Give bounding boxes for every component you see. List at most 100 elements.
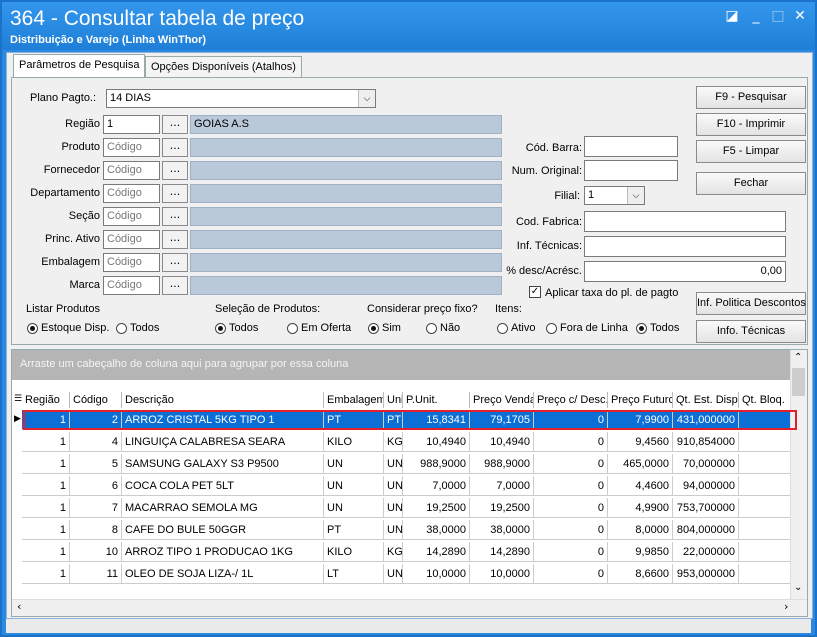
table-cell[interactable]: 19,2500 (403, 498, 470, 518)
preco-fixo-nao-radio[interactable] (426, 323, 437, 334)
inf-politica-descontos-button[interactable]: Inf. Politica Descontos (696, 292, 806, 315)
table-cell[interactable]: 38,0000 (403, 520, 470, 540)
table-cell[interactable] (739, 542, 791, 562)
princ-ativo-lookup-button[interactable]: ... (162, 230, 188, 249)
princ-ativo-input[interactable]: Código (103, 230, 160, 249)
scroll-right-icon[interactable]: › (784, 600, 788, 613)
table-cell[interactable]: 2 (70, 410, 122, 430)
table-cell[interactable]: PT (384, 410, 403, 430)
table-cell[interactable]: 910,854000 (673, 432, 739, 452)
table-cell[interactable]: 953,000000 (673, 564, 739, 584)
table-cell[interactable]: MACARRAO SEMOLA MG (122, 498, 324, 518)
table-cell[interactable]: 753,700000 (673, 498, 739, 518)
table-cell[interactable]: 0 (534, 542, 608, 562)
marca-input[interactable]: Código (103, 276, 160, 295)
secao-lookup-button[interactable]: ... (162, 207, 188, 226)
table-cell[interactable]: 11 (70, 564, 122, 584)
filial-select[interactable]: 1 ⌵ (584, 186, 645, 205)
table-cell[interactable]: 8,0000 (608, 520, 673, 540)
table-cell[interactable]: ARROZ CRISTAL 5KG TIPO 1 (122, 410, 324, 430)
embalagem-input[interactable]: Código (103, 253, 160, 272)
group-by-panel[interactable]: Arraste um cabeçalho de coluna aqui para… (12, 350, 790, 380)
table-cell[interactable]: PT (324, 520, 384, 540)
table-cell[interactable]: 7,9900 (608, 410, 673, 430)
horizontal-scrollbar[interactable]: ‹ › (12, 599, 807, 616)
table-cell[interactable]: UN (324, 454, 384, 474)
table-cell[interactable]: 988,9000 (403, 454, 470, 474)
table-cell[interactable] (739, 454, 791, 474)
listar-estoque-radio[interactable] (27, 323, 38, 334)
plano-pagto-select[interactable]: 14 DIAS ⌵ (106, 89, 376, 108)
column-header[interactable]: Código (70, 392, 122, 408)
produto-input[interactable]: Código (103, 138, 160, 157)
table-cell[interactable] (739, 476, 791, 496)
column-header[interactable]: Descrição (122, 392, 324, 408)
table-cell[interactable]: 4,9900 (608, 498, 673, 518)
scroll-down-icon[interactable]: ⌄ (794, 582, 802, 593)
departamento-input[interactable]: Código (103, 184, 160, 203)
table-cell[interactable]: 1 (22, 410, 70, 430)
table-cell[interactable]: UN (384, 476, 403, 496)
table-cell[interactable]: 4 (70, 432, 122, 452)
table-cell[interactable]: 14,2890 (470, 542, 534, 562)
table-cell[interactable]: 1 (22, 454, 70, 474)
table-cell[interactable]: 22,000000 (673, 542, 739, 562)
produto-lookup-button[interactable]: ... (162, 138, 188, 157)
table-cell[interactable]: 19,2500 (470, 498, 534, 518)
table-cell[interactable]: 0 (534, 454, 608, 474)
cod-fabrica-input[interactable] (584, 211, 786, 232)
itens-todos-radio[interactable] (636, 323, 647, 334)
table-cell[interactable]: 38,0000 (470, 520, 534, 540)
chevron-down-icon[interactable]: ⌵ (358, 90, 375, 107)
num-original-input[interactable] (584, 160, 678, 181)
scroll-left-icon[interactable]: ‹ (17, 600, 21, 613)
departamento-lookup-button[interactable]: ... (162, 184, 188, 203)
itens-fora-linha-radio[interactable] (546, 323, 557, 334)
marca-lookup-button[interactable]: ... (162, 276, 188, 295)
minimize-icon[interactable]: _ (748, 8, 764, 24)
table-cell[interactable]: LT (324, 564, 384, 584)
column-header[interactable]: Uni (384, 392, 403, 408)
table-cell[interactable]: 7,0000 (470, 476, 534, 496)
table-cell[interactable]: 0 (534, 564, 608, 584)
column-header[interactable]: Qt. Est. Disp (673, 392, 739, 408)
table-cell[interactable]: SAMSUNG GALAXY S3 P9500 (122, 454, 324, 474)
table-cell[interactable]: 79,1705 (470, 410, 534, 430)
close-icon[interactable]: ✕ (792, 8, 808, 24)
listar-todos-radio[interactable] (116, 323, 127, 334)
table-cell[interactable]: 1 (22, 520, 70, 540)
column-header[interactable]: Preço Futuro (608, 392, 673, 408)
table-cell[interactable]: 14,2890 (403, 542, 470, 562)
table-cell[interactable] (739, 564, 791, 584)
table-cell[interactable]: 94,000000 (673, 476, 739, 496)
aplicar-taxa-checkbox[interactable]: ✓ (529, 286, 541, 298)
table-cell[interactable]: 0 (534, 476, 608, 496)
column-header[interactable]: Embalagem (324, 392, 384, 408)
embalagem-lookup-button[interactable]: ... (162, 253, 188, 272)
table-cell[interactable]: 4,4600 (608, 476, 673, 496)
inf-tecnicas-input[interactable] (584, 236, 786, 257)
fechar-button[interactable]: Fechar (696, 172, 806, 195)
chevron-down-icon[interactable]: ⌵ (627, 187, 644, 204)
table-cell[interactable]: 1 (22, 498, 70, 518)
table-cell[interactable]: 8,6600 (608, 564, 673, 584)
tab-opcoes[interactable]: Opções Disponíveis (Atalhos) (145, 56, 302, 77)
table-cell[interactable]: 1 (22, 564, 70, 584)
table-cell[interactable]: PT (324, 410, 384, 430)
table-cell[interactable]: 8 (70, 520, 122, 540)
table-cell[interactable]: 1 (22, 476, 70, 496)
table-cell[interactable] (739, 432, 791, 452)
table-cell[interactable]: CAFE DO BULE 50GGR (122, 520, 324, 540)
table-cell[interactable]: KILO (324, 542, 384, 562)
table-cell[interactable]: KG (384, 542, 403, 562)
desc-acresc-input[interactable]: 0,00 (584, 261, 786, 282)
restore-icon[interactable]: ◪ (724, 8, 740, 24)
fornecedor-input[interactable]: Código (103, 161, 160, 180)
table-cell[interactable]: 431,000000 (673, 410, 739, 430)
preco-fixo-sim-radio[interactable] (368, 323, 379, 334)
table-cell[interactable]: UN (384, 454, 403, 474)
table-cell[interactable]: UN (384, 520, 403, 540)
itens-ativo-radio[interactable] (497, 323, 508, 334)
selecao-todos-radio[interactable] (215, 323, 226, 334)
table-cell[interactable]: 7 (70, 498, 122, 518)
